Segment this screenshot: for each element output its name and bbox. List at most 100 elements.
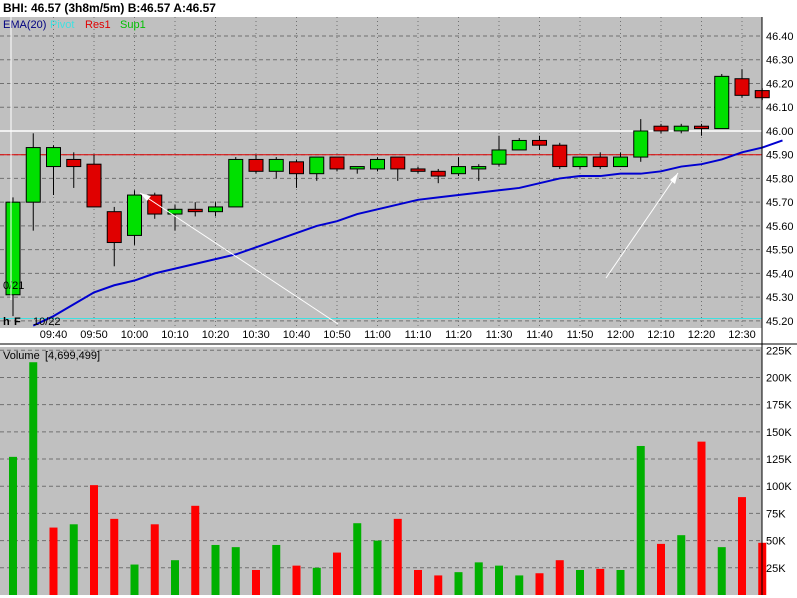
candle-up <box>208 206 223 213</box>
candle-down <box>734 78 750 96</box>
volume-bar-up <box>69 524 78 595</box>
time-tick-label: 10:30 <box>242 329 270 341</box>
volume-bar-up <box>717 547 726 595</box>
time-tick-label: 11:50 <box>567 329 594 341</box>
time-tick-label: 10:00 <box>121 329 149 341</box>
candle-up <box>268 158 284 172</box>
date-label-current: 10/22 <box>33 316 61 328</box>
candle-down <box>653 125 669 132</box>
volume-bar-down <box>150 524 159 595</box>
volume-bar-up <box>353 523 362 595</box>
time-tick-label: 10:20 <box>202 329 230 341</box>
candle-down <box>66 158 82 168</box>
candle-up <box>491 149 507 165</box>
volume-tick-label: 150K <box>766 427 792 439</box>
chart-canvas: 46.40 46.30 46.20 46.10 46.00 45.90 45.80 45.70… <box>0 1 797 595</box>
volume-bar-up <box>29 362 38 595</box>
volume-bar-down <box>414 569 422 595</box>
legend-pivot: Pivot <box>50 19 74 31</box>
candle-down <box>329 156 345 170</box>
volume-bar-down <box>596 568 605 595</box>
candle-up <box>309 156 325 175</box>
time-axis: 09:40 09:50 10:00 10:10 10:20 10:30 10:40 10:50… <box>40 329 756 341</box>
candle-up <box>633 130 649 158</box>
time-tick-label: 11:40 <box>526 329 553 341</box>
volume-tick-label: 200K <box>766 372 792 384</box>
volume-bar-down <box>292 565 301 595</box>
volume-bar-down <box>657 543 665 595</box>
price-tick-label: 45.90 <box>766 150 794 162</box>
volume-tick-label: 50K <box>766 536 786 548</box>
legend-ema: EMA(20) <box>3 19 46 31</box>
volume-bar-up <box>171 560 179 595</box>
price-tick-label: 46.30 <box>766 55 794 67</box>
volume-bar-up <box>9 456 17 595</box>
price-tick-label: 45.30 <box>766 292 794 304</box>
price-tick-label: 46.00 <box>766 126 794 138</box>
volume-bar-down <box>535 573 544 595</box>
volume-bar-down <box>110 518 119 595</box>
volume-bar-up <box>312 567 321 595</box>
time-tick-label: 11:00 <box>364 329 391 341</box>
price-tick-label: 45.80 <box>766 173 794 185</box>
candle-up <box>370 158 385 170</box>
price-axis: 46.40 46.30 46.20 46.10 46.00 45.90 45.80 45.70… <box>766 31 794 328</box>
legend-res1: Res1 <box>85 19 111 31</box>
time-tick-label: 11:20 <box>445 329 472 341</box>
chart-title: BHI: 46.57 (3h8m/5m) B:46.57 A:46.57 <box>3 1 216 15</box>
candle-up <box>572 156 588 168</box>
volume-total: [4,699,499] <box>45 350 100 362</box>
candle-down <box>86 163 102 208</box>
candle-down <box>248 158 264 172</box>
volume-bar-up <box>576 569 584 595</box>
candle-up <box>511 139 527 151</box>
volume-bar-up <box>211 544 220 595</box>
candle-up <box>471 166 487 170</box>
time-tick-label: 12:20 <box>688 329 716 341</box>
time-tick-label: 10:10 <box>161 329 189 341</box>
time-tick-label: 12:30 <box>728 329 756 341</box>
price-tick-label: 46.40 <box>766 31 794 43</box>
candle-up <box>46 147 61 168</box>
volume-bar-down <box>434 575 443 595</box>
volume-bar-down <box>738 497 746 595</box>
volume-bar-up <box>636 445 645 595</box>
candle-down <box>532 139 547 146</box>
volume-bar-up <box>454 572 463 595</box>
volume-bar-down <box>555 560 564 595</box>
volume-tick-label: 225K <box>766 345 792 357</box>
volume-bar-up <box>677 535 686 595</box>
candle-down <box>106 211 122 244</box>
volume-tick-label: 125K <box>766 454 792 466</box>
volume-bar-down <box>90 485 98 595</box>
candle-down <box>289 161 304 175</box>
candle-up <box>714 75 730 130</box>
candle-up <box>673 125 689 132</box>
candle-up <box>25 147 41 203</box>
volume-title: Volume <box>3 350 40 362</box>
volume-tick-label: 100K <box>766 481 792 493</box>
candle-down <box>187 208 203 213</box>
candle-down <box>592 156 608 168</box>
time-tick-label: 11:10 <box>405 329 432 341</box>
volume-bar-up <box>130 564 139 595</box>
volume-axis: 225K 200K 175K 150K 125K 100K 75K 50K 25K <box>766 345 792 575</box>
volume-bar-down <box>49 527 58 595</box>
legend-sup1: Sup1 <box>120 19 146 31</box>
price-tick-label: 46.10 <box>766 102 794 114</box>
marker-h: h <box>3 316 10 328</box>
volume-bar-down <box>333 552 341 595</box>
price-tick-label: 45.70 <box>766 197 794 209</box>
candle-up <box>228 158 244 208</box>
volume-bar-down <box>252 569 260 595</box>
price-tick-label: 45.40 <box>766 268 794 280</box>
volume-bar-up <box>272 544 281 595</box>
volume-bar-up <box>474 562 483 595</box>
price-tick-label: 45.20 <box>766 316 794 328</box>
volume-bar-up <box>373 540 382 595</box>
candle-down <box>430 170 446 177</box>
volume-bar-up <box>231 547 240 595</box>
marker-f: F <box>14 316 21 328</box>
volume-bar-up <box>616 569 625 595</box>
candle-up <box>613 156 628 168</box>
